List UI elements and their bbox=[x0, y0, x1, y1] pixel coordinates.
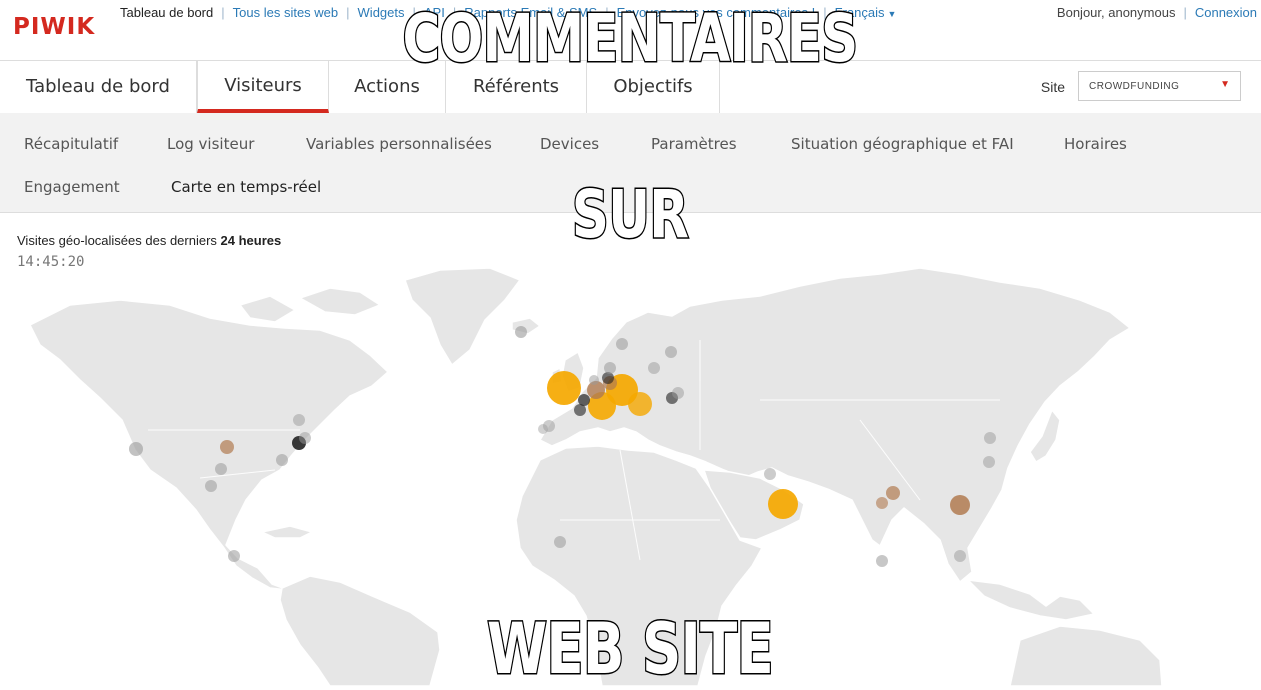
piwik-logo[interactable]: PIWIK bbox=[13, 14, 95, 40]
meme-top-text: COMMENTAIRES bbox=[401, 0, 859, 79]
visitor-marker[interactable] bbox=[276, 454, 288, 466]
visitor-marker[interactable] bbox=[515, 326, 527, 338]
visitor-marker[interactable] bbox=[672, 387, 684, 399]
subnav-visitor-log[interactable]: Log visiteur bbox=[167, 135, 254, 153]
site-selector: Site CROWDFUNDING ▼ bbox=[1041, 71, 1241, 101]
visitor-marker[interactable] bbox=[954, 550, 966, 562]
tab-visitors[interactable]: Visiteurs bbox=[197, 61, 329, 113]
land-south-america bbox=[279, 575, 441, 686]
visitor-marker[interactable] bbox=[886, 486, 900, 500]
site-label: Site bbox=[1040, 79, 1065, 95]
subnav-realtime-map[interactable]: Carte en temps-réel bbox=[171, 178, 321, 196]
caption-prefix: Visites géo-localisées des derniers bbox=[17, 233, 217, 248]
visitor-marker[interactable] bbox=[554, 536, 566, 548]
caption-period: 24 heures bbox=[220, 233, 282, 248]
tab-dashboard[interactable]: Tableau de bord bbox=[0, 61, 197, 113]
meme-middle-text: SUR bbox=[571, 175, 690, 255]
land-australia bbox=[1009, 625, 1163, 686]
subnav-overview[interactable]: Récapitulatif bbox=[24, 135, 118, 153]
visitor-marker[interactable] bbox=[215, 463, 227, 475]
greeting-text: Bonjour, anonymous bbox=[1056, 5, 1176, 20]
subnav-custom-variables[interactable]: Variables personnalisées bbox=[306, 135, 492, 153]
visitor-marker[interactable] bbox=[205, 480, 217, 492]
visitor-marker[interactable] bbox=[602, 372, 614, 384]
visitor-marker[interactable] bbox=[129, 442, 143, 456]
visitor-marker[interactable] bbox=[220, 440, 234, 454]
visitor-marker[interactable] bbox=[876, 555, 888, 567]
visitor-marker[interactable] bbox=[628, 392, 652, 416]
visitor-marker[interactable] bbox=[299, 432, 311, 444]
visitor-marker[interactable] bbox=[616, 338, 628, 350]
visitor-marker[interactable] bbox=[665, 346, 677, 358]
land-arctic-islands bbox=[299, 287, 381, 316]
land-north-america bbox=[29, 299, 389, 591]
subnav-devices[interactable]: Devices bbox=[540, 135, 599, 153]
subnav-location-isp[interactable]: Situation géographique et FAI bbox=[791, 135, 1014, 153]
subnav-engagement[interactable]: Engagement bbox=[24, 178, 120, 196]
visitor-marker[interactable] bbox=[764, 468, 776, 480]
visitor-marker[interactable] bbox=[950, 495, 970, 515]
user-box: Bonjour, anonymous | Connexion bbox=[1056, 5, 1257, 20]
visitor-marker[interactable] bbox=[984, 432, 996, 444]
visitor-marker[interactable] bbox=[547, 371, 581, 405]
site-dropdown[interactable]: CROWDFUNDING ▼ bbox=[1078, 71, 1241, 101]
caret-down-icon: ▼ bbox=[887, 9, 897, 19]
visitor-marker[interactable] bbox=[228, 550, 240, 562]
visitor-marker[interactable] bbox=[983, 456, 995, 468]
visitor-marker[interactable] bbox=[648, 362, 660, 374]
visitor-marker[interactable] bbox=[293, 414, 305, 426]
top-link-all-websites[interactable]: Tous les sites web bbox=[233, 5, 339, 20]
meme-bottom-text: WEB SITE bbox=[486, 607, 775, 690]
dropdown-caret-icon: ▼ bbox=[1220, 79, 1230, 90]
land-greenland bbox=[404, 267, 521, 366]
visitor-marker[interactable] bbox=[589, 375, 599, 385]
visitor-marker[interactable] bbox=[604, 362, 616, 374]
top-link-dashboard[interactable]: Tableau de bord bbox=[120, 5, 213, 20]
visitor-marker[interactable] bbox=[768, 489, 798, 519]
visitor-marker[interactable] bbox=[876, 497, 888, 509]
subnav-settings[interactable]: Paramètres bbox=[651, 135, 737, 153]
visitor-marker[interactable] bbox=[538, 424, 548, 434]
visitor-marker[interactable] bbox=[574, 404, 586, 416]
map-clock: 14:45:20 bbox=[17, 254, 85, 270]
map-caption: Visites géo-localisées des derniers 24 h… bbox=[17, 233, 281, 248]
site-dropdown-value: CROWDFUNDING bbox=[1089, 81, 1180, 92]
subnav-times[interactable]: Horaires bbox=[1064, 135, 1127, 153]
login-link[interactable]: Connexion bbox=[1195, 5, 1257, 20]
